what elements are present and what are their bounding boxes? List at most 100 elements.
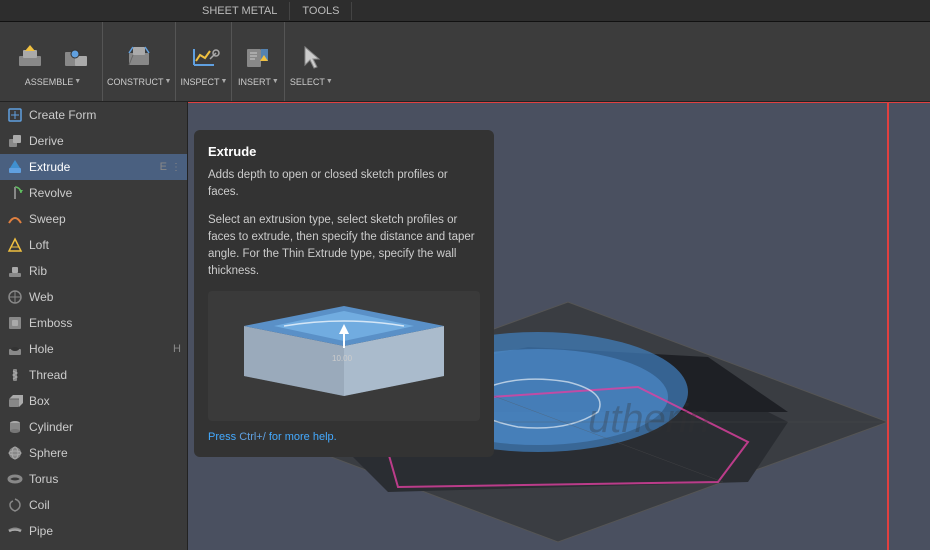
box-icon [6,392,24,410]
construct-dropdown-arrow: ▼ [165,78,172,85]
svg-text:10.00: 10.00 [332,354,353,363]
select-icon [295,41,327,73]
sidebar-item-box[interactable]: Box [0,388,187,414]
sidebar-label-rib: Rib [29,264,47,278]
insert-label[interactable]: INSERT ▼ [238,77,279,87]
sidebar-item-derive[interactable]: Derive [0,128,187,154]
sidebar-item-revolve[interactable]: Revolve [0,180,187,206]
sidebar-item-web[interactable]: Web [0,284,187,310]
main-area: Create Form Derive Extrude E ⋮ Revolve [0,102,930,550]
nav-bar: SHEET METAL TOOLS [0,0,930,22]
inspect-label[interactable]: INSPECT ▼ [180,77,227,87]
sidebar-item-pipe[interactable]: Pipe [0,518,187,544]
sidebar-item-loft[interactable]: Loft [0,232,187,258]
toolbar-section-inspect: INSPECT ▼ [176,22,232,101]
sidebar-label-emboss: Emboss [29,316,72,330]
sidebar-item-rib[interactable]: Rib [0,258,187,284]
tooltip-image: 10.00 [208,291,480,421]
tooltip-desc2: Select an extrusion type, select sketch … [208,212,480,281]
select-dropdown-arrow: ▼ [326,78,333,85]
create-form-icon [6,106,24,124]
tooltip-desc1: Adds depth to open or closed sketch prof… [208,167,480,202]
viewport[interactable]: utherin Extrude Adds depth to open or cl… [188,102,930,550]
inspect-icon [188,41,220,73]
assemble-btn-1[interactable] [8,37,52,77]
select-label[interactable]: SELECT ▼ [290,77,333,87]
sidebar-label-cylinder: Cylinder [29,420,73,434]
sidebar-item-torus[interactable]: Torus [0,466,187,492]
construct-icon [123,41,155,73]
sidebar-label-revolve: Revolve [29,186,72,200]
sidebar-label-box: Box [29,394,50,408]
select-btn[interactable] [289,37,333,77]
sidebar-item-extrude[interactable]: Extrude E ⋮ [0,154,187,180]
extrude-shortcut: E [160,161,167,173]
assemble-label[interactable]: ASSEMBLE ▼ [25,77,81,87]
sidebar-label-extrude: Extrude [29,160,70,174]
toolbar-section-select: SELECT ▼ [285,22,337,101]
sidebar: Create Form Derive Extrude E ⋮ Revolve [0,102,188,550]
insert-dropdown-arrow: ▼ [272,78,279,85]
loft-icon [6,236,24,254]
sidebar-label-derive: Derive [29,134,64,148]
cylinder-icon [6,418,24,436]
rib-icon [6,262,24,280]
sidebar-label-sweep: Sweep [29,212,66,226]
svg-text:utherin: utherin [588,397,710,441]
sidebar-item-sphere[interactable]: Sphere [0,440,187,466]
construct-btn[interactable] [117,37,161,77]
nav-tab-sheet-metal[interactable]: SHEET METAL [190,2,290,20]
sphere-icon [6,444,24,462]
sidebar-item-thread[interactable]: Thread [0,362,187,388]
sidebar-item-coil[interactable]: Coil [0,492,187,518]
sidebar-label-sphere: Sphere [29,446,68,460]
sidebar-label-thread: Thread [29,368,67,382]
extrude-icon [6,158,24,176]
sidebar-label-loft: Loft [29,238,49,252]
inspect-dropdown-arrow: ▼ [220,78,227,85]
pipe-icon [6,522,24,540]
sidebar-item-emboss[interactable]: Emboss [0,310,187,336]
thread-icon [6,366,24,384]
tooltip-help-suffix: for more help. [269,431,337,443]
assemble-icon-2 [60,41,92,73]
hole-shortcut: H [173,343,181,355]
sidebar-label-torus: Torus [29,472,58,486]
web-icon [6,288,24,306]
sidebar-label-coil: Coil [29,498,50,512]
toolbar: ASSEMBLE ▼ CONSTRUCT ▼ [0,22,930,102]
revolve-icon [6,184,24,202]
insert-btn[interactable] [236,37,280,77]
tooltip-footer: Press Ctrl+/ for more help. [208,431,480,443]
nav-tab-tools[interactable]: TOOLS [290,2,352,20]
construct-label[interactable]: CONSTRUCT ▼ [107,77,171,87]
sidebar-label-pipe: Pipe [29,524,53,538]
tooltip-shortcut: Ctrl+/ [239,431,266,443]
sidebar-label-web: Web [29,290,53,304]
sidebar-item-pattern[interactable]: Pattern ▶ [0,544,187,550]
assemble-dropdown-arrow: ▼ [74,78,81,85]
tooltip-title: Extrude [208,144,480,159]
tooltip-help-text: Press [208,431,239,443]
sidebar-item-sweep[interactable]: Sweep [0,206,187,232]
emboss-icon [6,314,24,332]
derive-icon [6,132,24,150]
sidebar-item-cylinder[interactable]: Cylinder [0,414,187,440]
inspect-btn[interactable] [182,37,226,77]
coil-icon [6,496,24,514]
toolbar-section-assemble: ASSEMBLE ▼ [4,22,103,101]
toolbar-section-construct: CONSTRUCT ▼ [103,22,176,101]
tooltip-popup: Extrude Adds depth to open or closed ske… [194,130,494,457]
hole-icon [6,340,24,358]
sidebar-label-hole: Hole [29,342,54,356]
torus-icon [6,470,24,488]
assemble-icon-1 [14,41,46,73]
assemble-btn-2[interactable] [54,37,98,77]
insert-icon [242,41,274,73]
sidebar-label-create-form: Create Form [29,108,96,122]
tooltip-illustration: 10.00 [214,296,474,416]
toolbar-section-insert: INSERT ▼ [232,22,285,101]
sidebar-item-hole[interactable]: Hole H [0,336,187,362]
sidebar-item-create-form[interactable]: Create Form [0,102,187,128]
sweep-icon [6,210,24,228]
